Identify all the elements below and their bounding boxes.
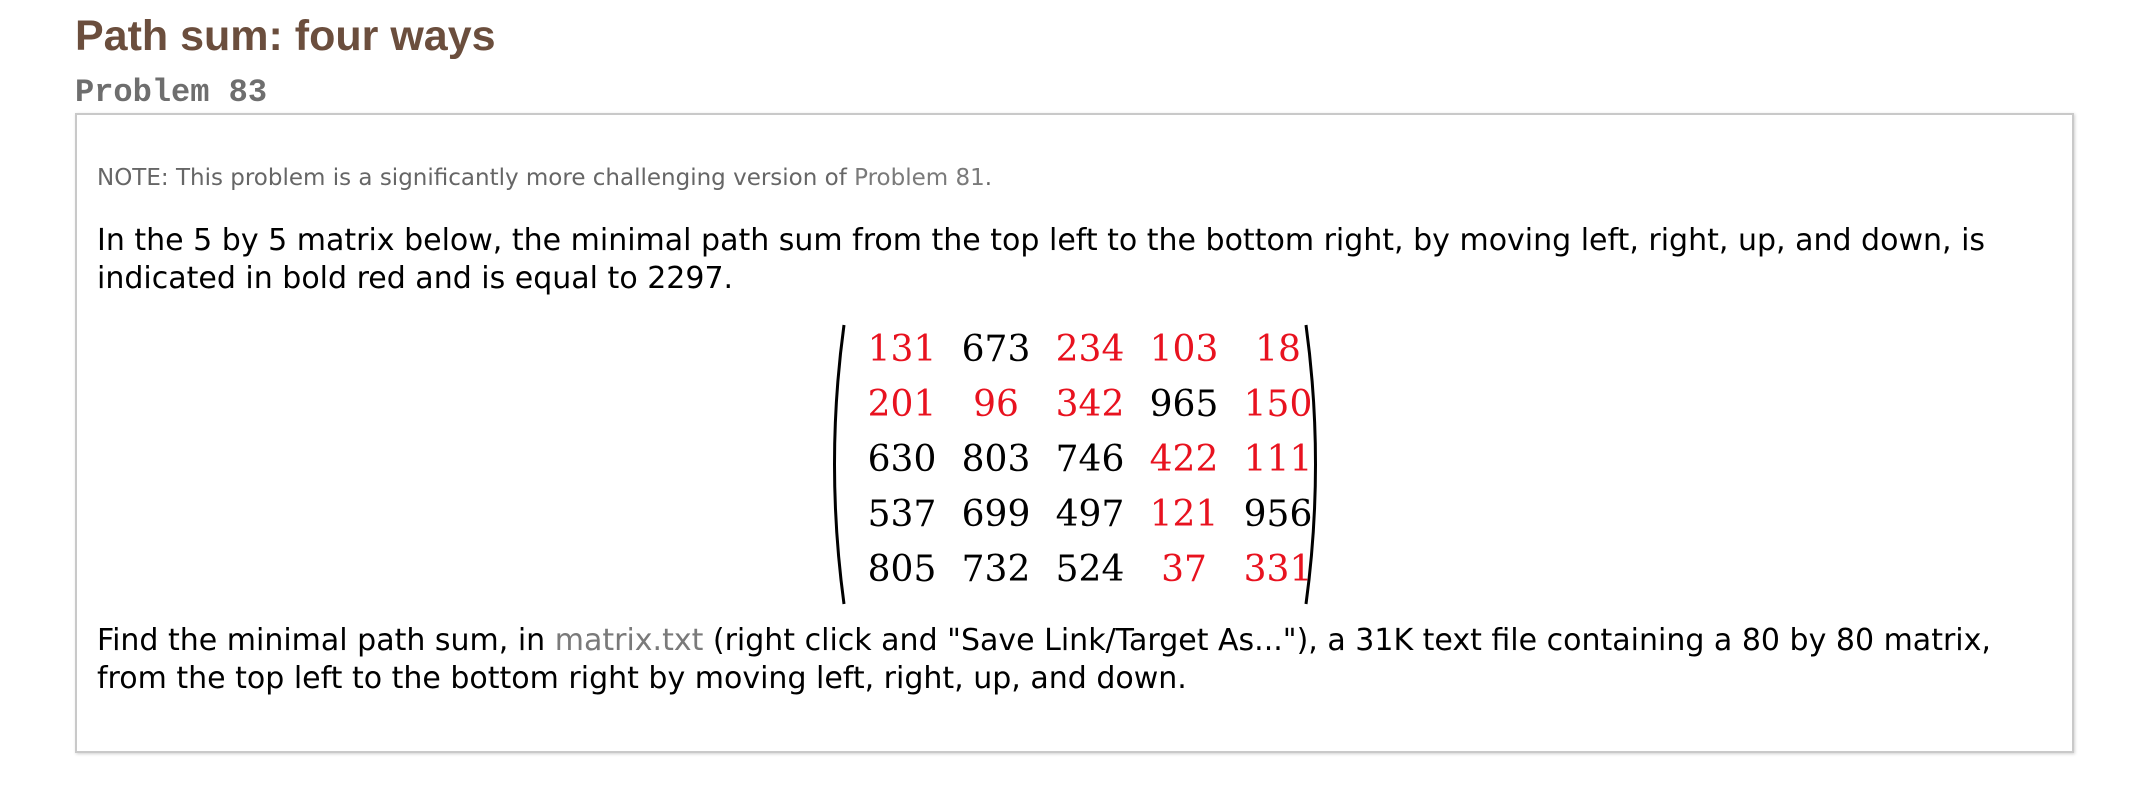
problem-content-box: NOTE: This problem is a significantly mo… xyxy=(75,113,2074,753)
problem-number-label: Problem 83 xyxy=(75,74,268,111)
matrix-cell: 37 xyxy=(1161,549,1207,590)
matrix-cell: 497 xyxy=(1055,494,1125,535)
matrix-row: 630 803 746 422 111 xyxy=(855,432,1325,487)
matrix-cell: 96 xyxy=(973,384,1019,425)
matrix-row: 537 699 497 121 956 xyxy=(855,487,1325,542)
matrix-body: 131 673 234 103 18 201 96 342 965 150 630 803 746 422… xyxy=(855,322,1325,597)
task-prefix: Find the minimal path sum, in xyxy=(97,623,555,658)
matrix-cell: 131 xyxy=(867,329,937,370)
matrix-cell: 732 xyxy=(961,549,1031,590)
intro-paragraph: In the 5 by 5 matrix below, the minimal … xyxy=(97,223,1986,296)
matrix-row: 805 732 524 37 331 xyxy=(855,542,1325,597)
matrix-row: 131 673 234 103 18 xyxy=(855,322,1325,377)
matrix-cell: 342 xyxy=(1055,384,1125,425)
problem-81-link[interactable]: Problem 81 xyxy=(854,165,985,191)
left-parenthesis xyxy=(833,324,846,605)
note-suffix: . xyxy=(984,165,993,191)
matrix-cell: 746 xyxy=(1055,439,1125,480)
right-parenthesis xyxy=(1304,324,1317,605)
matrix-display: 131 673 234 103 18 201 96 342 965 150 630 803 746 422… xyxy=(825,322,1325,607)
matrix-cell: 234 xyxy=(1055,329,1125,370)
matrix-cell: 422 xyxy=(1149,439,1219,480)
matrix-cell: 803 xyxy=(961,439,1031,480)
matrix-cell: 805 xyxy=(867,549,937,590)
note-prefix: NOTE: This problem is a significantly mo… xyxy=(97,165,855,191)
matrix-file-link[interactable]: matrix.txt xyxy=(555,623,704,658)
matrix-cell: 699 xyxy=(961,494,1031,535)
matrix-cell: 524 xyxy=(1055,549,1125,590)
matrix-cell: 537 xyxy=(867,494,937,535)
matrix-cell: 630 xyxy=(867,439,937,480)
page-title: Path sum: four ways xyxy=(75,12,496,60)
matrix-cell: 103 xyxy=(1149,329,1219,370)
matrix-table: 131 673 234 103 18 201 96 342 965 150 630 803 746 422… xyxy=(855,322,1325,597)
matrix-cell: 965 xyxy=(1149,384,1219,425)
note-text: NOTE: This problem is a significantly mo… xyxy=(97,163,992,193)
matrix-cell: 201 xyxy=(867,384,937,425)
matrix-row: 201 96 342 965 150 xyxy=(855,377,1325,432)
matrix-cell: 673 xyxy=(961,329,1031,370)
matrix-cell: 121 xyxy=(1149,494,1219,535)
task-paragraph: Find the minimal path sum, in matrix.txt… xyxy=(97,622,2057,698)
